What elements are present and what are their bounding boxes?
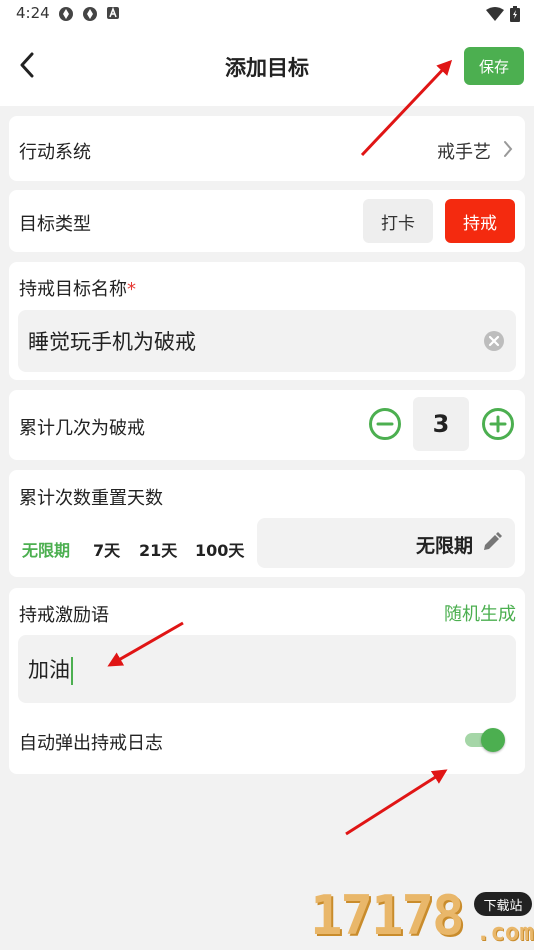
save-button[interactable]: 保存 [464, 47, 524, 85]
motivation-label: 持戒激励语 [19, 605, 109, 626]
random-generate-link[interactable]: 随机生成 [444, 600, 516, 626]
plus-circle-icon[interactable] [481, 407, 515, 441]
notification-app-icon [59, 7, 73, 21]
action-system-value: 戒手艺 [437, 142, 491, 163]
status-system-icons [486, 6, 520, 22]
minus-circle-icon[interactable] [368, 407, 402, 441]
reset-option-100-days[interactable]: 100天 [195, 537, 244, 561]
auto-popup-label: 自动弹出持戒日志 [19, 733, 163, 754]
watermark-logo: 17178 下载站 .com [310, 880, 534, 950]
goal-name-label: 持戒目标名称* [19, 275, 136, 301]
goal-type-checkin-button[interactable]: 打卡 [363, 199, 433, 243]
motivation-input-value: 加油 [28, 654, 73, 685]
battery-icon [510, 6, 520, 22]
text-cursor [71, 657, 73, 685]
chevron-right-icon [504, 141, 513, 157]
break-count-label: 累计几次为破戒 [19, 418, 145, 439]
clear-icon[interactable] [484, 331, 504, 351]
required-star: * [127, 279, 136, 300]
reset-days-display-value: 无限期 [415, 535, 473, 557]
goal-name-label-text: 持戒目标名称 [19, 279, 127, 300]
top-bar: 添加目标 保存 [0, 28, 534, 106]
notification-app-icon [83, 7, 97, 21]
reset-days-label: 累计次数重置天数 [19, 488, 163, 509]
goal-type-label: 目标类型 [19, 214, 91, 235]
motivation-section: 持戒激励语 随机生成 加油 自动弹出持戒日志 [9, 588, 525, 774]
watermark-number: 17178 [310, 884, 465, 947]
toggle-knob [481, 728, 505, 752]
goal-name-section: 持戒目标名称* 睡觉玩手机为破戒 [9, 262, 525, 380]
reset-option-7-days[interactable]: 7天 [93, 537, 120, 561]
break-count-row: 累计几次为破戒 3 [9, 390, 525, 460]
goal-type-abstain-button[interactable]: 持戒 [445, 199, 515, 243]
annotation-arrow [345, 769, 448, 836]
action-system-row[interactable]: 行动系统 戒手艺 [9, 116, 525, 181]
reset-days-section: 累计次数重置天数 无限期 7天 21天 100天 无限期 [9, 470, 525, 577]
reset-option-21-days[interactable]: 21天 [139, 537, 177, 561]
status-bar: 4:24 [0, 0, 534, 28]
goal-name-input-value: 睡觉玩手机为破戒 [28, 330, 196, 354]
status-time: 4:24 [16, 4, 50, 22]
pencil-icon [484, 532, 502, 550]
break-count-value: 3 [413, 397, 469, 451]
motivation-text: 加油 [28, 658, 70, 682]
page-title: 添加目标 [225, 56, 309, 80]
reset-days-custom-field[interactable]: 无限期 [257, 518, 515, 568]
wifi-icon [486, 7, 504, 21]
action-system-label: 行动系统 [19, 142, 91, 163]
motivation-input[interactable]: 加油 [18, 635, 516, 703]
auto-popup-toggle[interactable] [463, 728, 505, 752]
goal-type-row: 目标类型 打卡 持戒 [9, 190, 525, 252]
watermark-domain: .com [476, 918, 534, 946]
watermark-badge: 下载站 [474, 892, 532, 916]
goal-name-input[interactable]: 睡觉玩手机为破戒 [18, 310, 516, 372]
reset-option-unlimited[interactable]: 无限期 [22, 537, 70, 561]
status-notification-icons [58, 6, 120, 22]
notification-a-icon [107, 6, 119, 19]
